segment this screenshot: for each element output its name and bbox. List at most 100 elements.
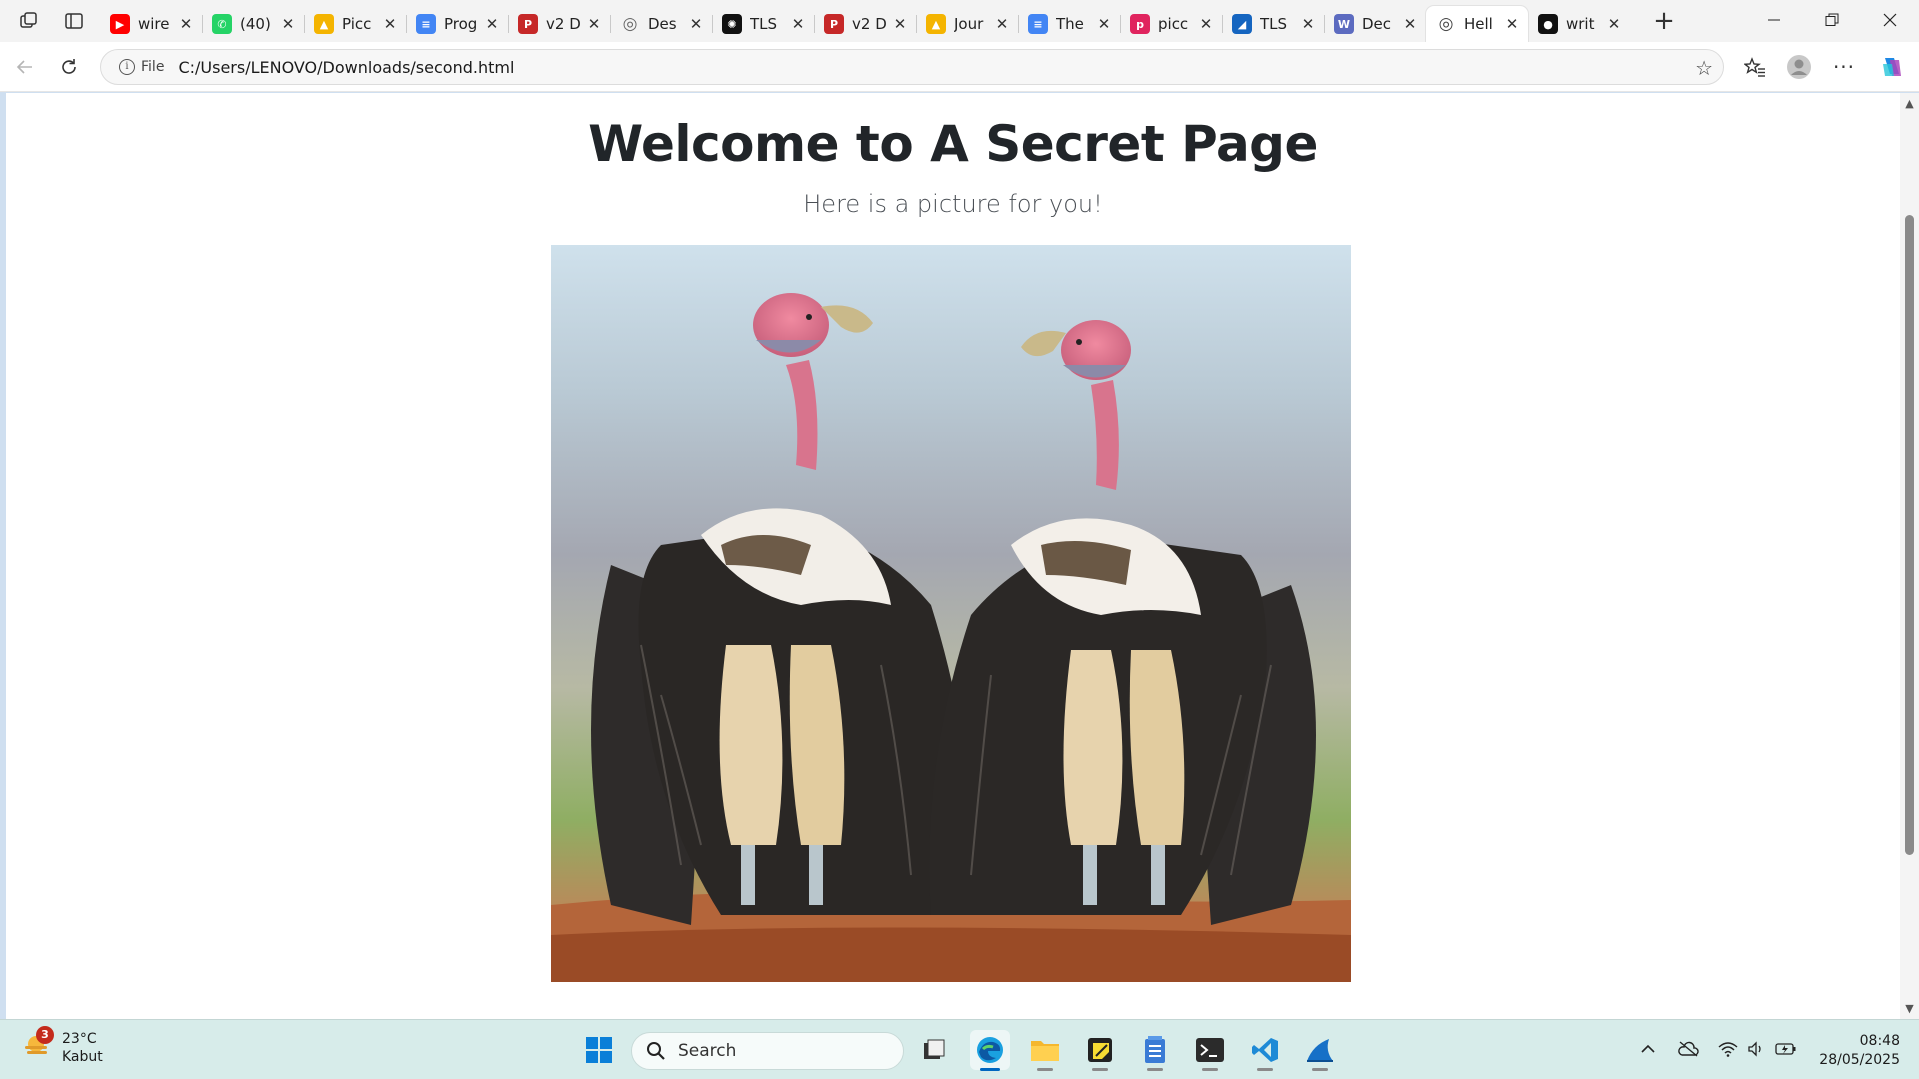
volume-icon[interactable] bbox=[1745, 1038, 1767, 1060]
vertical-scrollbar[interactable]: ▲ ▼ bbox=[1900, 93, 1919, 1019]
favorites-icon[interactable] bbox=[1738, 50, 1772, 84]
tab-7[interactable]: Pv2 D ✕ bbox=[814, 6, 916, 42]
pdf-icon: P bbox=[518, 14, 538, 34]
weather-condition: Kabut bbox=[62, 1049, 103, 1065]
file-explorer-icon[interactable] bbox=[1025, 1030, 1065, 1071]
edge-icon[interactable] bbox=[970, 1030, 1010, 1071]
tab-close-icon[interactable]: ✕ bbox=[586, 15, 602, 33]
tab-title: picc bbox=[1158, 15, 1189, 33]
tab-title: Jour bbox=[954, 15, 984, 33]
battery-charging-icon[interactable] bbox=[1775, 1038, 1797, 1060]
whatsapp-icon: ✆ bbox=[212, 14, 232, 34]
tab-list: ▶ wire ✕ ✆ (40) ✕ ▲ Picc ✕ ≡ Prog ✕ Pv2 D ✕ ◎ Des ✕ ✺ TLS ✕… bbox=[100, 3, 1630, 42]
wifi-icon[interactable] bbox=[1717, 1038, 1739, 1060]
new-tab-button[interactable]: + bbox=[1648, 6, 1680, 38]
refresh-icon[interactable] bbox=[52, 50, 86, 84]
google-docs-icon: ≡ bbox=[416, 14, 436, 34]
tab-9[interactable]: ≡ The ✕ bbox=[1018, 6, 1120, 42]
tab-6[interactable]: ✺ TLS ✕ bbox=[712, 6, 814, 42]
tab-11[interactable]: ◢ TLS ✕ bbox=[1222, 6, 1324, 42]
globe-icon: ◎ bbox=[622, 14, 638, 34]
taskbar: 3 23°C Kabut Search 08:48 28/05/2025 bbox=[0, 1019, 1919, 1079]
tab-title: Dec bbox=[1362, 15, 1392, 33]
url-text[interactable]: C:/Users/LENOVO/Downloads/second.html bbox=[178, 58, 514, 77]
tab-close-icon[interactable]: ✕ bbox=[382, 15, 398, 33]
page-subtitle: Here is a picture for you! bbox=[803, 190, 1103, 218]
youtube-icon: ▶ bbox=[110, 14, 130, 34]
tab-13[interactable]: ◎ Hell ✕ bbox=[1426, 6, 1528, 42]
tab-title: writ bbox=[1566, 15, 1595, 33]
tab-14[interactable]: ● writ ✕ bbox=[1528, 6, 1630, 42]
tab-title: Hell bbox=[1464, 15, 1493, 33]
openai-icon: ✺ bbox=[722, 14, 742, 34]
weather-badge: 3 bbox=[36, 1026, 54, 1044]
favorite-star-icon[interactable]: ☆ bbox=[1695, 56, 1713, 80]
tab-close-icon[interactable]: ✕ bbox=[688, 15, 704, 33]
tab-12[interactable]: W Dec ✕ bbox=[1324, 6, 1426, 42]
copilot-icon[interactable] bbox=[1875, 50, 1909, 84]
tab-3[interactable]: ≡ Prog ✕ bbox=[406, 6, 508, 42]
taskbar-search[interactable]: Search bbox=[631, 1032, 904, 1070]
tab-close-icon[interactable]: ✕ bbox=[1198, 15, 1214, 33]
tab-close-icon[interactable]: ✕ bbox=[178, 15, 194, 33]
back-icon[interactable] bbox=[8, 50, 42, 84]
wireshark-icon[interactable] bbox=[1300, 1030, 1340, 1071]
pdf-icon: P bbox=[824, 14, 844, 34]
terminal-icon[interactable] bbox=[1190, 1030, 1230, 1071]
tab-title: Picc bbox=[342, 15, 372, 33]
more-options-icon[interactable]: ··· bbox=[1827, 50, 1861, 84]
tab-title: wire bbox=[138, 15, 170, 33]
tab-close-icon[interactable]: ✕ bbox=[1504, 15, 1520, 33]
browser-toolbar: i File C:/Users/LENOVO/Downloads/second.… bbox=[0, 42, 1919, 92]
tab-close-icon[interactable]: ✕ bbox=[1096, 15, 1112, 33]
close-window-button[interactable] bbox=[1861, 0, 1919, 40]
notepad-icon[interactable] bbox=[1135, 1030, 1175, 1071]
google-drive-icon: ▲ bbox=[926, 14, 946, 34]
taskbar-clock[interactable]: 08:48 28/05/2025 bbox=[1810, 1032, 1900, 1070]
site-info-button[interactable]: i File bbox=[111, 54, 172, 80]
weather-widget[interactable]: 3 23°C Kabut bbox=[22, 1026, 103, 1066]
tab-0[interactable]: ▶ wire ✕ bbox=[100, 6, 202, 42]
tab-title: The bbox=[1056, 15, 1084, 33]
tab-close-icon[interactable]: ✕ bbox=[892, 15, 908, 33]
tab-5[interactable]: ◎ Des ✕ bbox=[610, 6, 712, 42]
minimize-button[interactable] bbox=[1745, 0, 1803, 40]
scroll-down-arrow-icon[interactable]: ▼ bbox=[1903, 1002, 1916, 1015]
tab-title: TLS bbox=[750, 15, 778, 33]
tab-close-icon[interactable]: ✕ bbox=[1300, 15, 1316, 33]
tab-4[interactable]: Pv2 D ✕ bbox=[508, 6, 610, 42]
tray-chevron-up-icon[interactable] bbox=[1637, 1038, 1659, 1060]
task-view-icon[interactable] bbox=[914, 1030, 954, 1070]
vertical-tabs-icon[interactable] bbox=[57, 4, 91, 38]
google-docs-icon: ≡ bbox=[1028, 14, 1048, 34]
vscode-icon[interactable] bbox=[1245, 1030, 1285, 1071]
picsart-icon: p bbox=[1130, 14, 1150, 34]
tab-1[interactable]: ✆ (40) ✕ bbox=[202, 6, 304, 42]
tab-close-icon[interactable]: ✕ bbox=[994, 15, 1010, 33]
tab-8[interactable]: ▲ Jour ✕ bbox=[916, 6, 1018, 42]
page-viewport: Welcome to A Secret Page Here is a pictu… bbox=[6, 93, 1900, 1019]
tab-close-icon[interactable]: ✕ bbox=[1402, 15, 1418, 33]
tab-close-icon[interactable]: ✕ bbox=[790, 15, 806, 33]
tab-strip: ▶ wire ✕ ✆ (40) ✕ ▲ Picc ✕ ≡ Prog ✕ Pv2 D ✕ ◎ Des ✕ ✺ TLS ✕… bbox=[0, 0, 1919, 42]
tab-close-icon[interactable]: ✕ bbox=[1606, 15, 1622, 33]
address-bar[interactable]: i File C:/Users/LENOVO/Downloads/second.… bbox=[100, 49, 1724, 85]
search-icon bbox=[647, 1042, 665, 1060]
tab-title: Des bbox=[648, 15, 677, 33]
profile-avatar-icon[interactable] bbox=[1782, 50, 1816, 84]
tab-2[interactable]: ▲ Picc ✕ bbox=[304, 6, 406, 42]
onedrive-offline-icon[interactable] bbox=[1677, 1038, 1699, 1060]
tab-close-icon[interactable]: ✕ bbox=[484, 15, 500, 33]
scrollbar-thumb[interactable] bbox=[1905, 215, 1914, 855]
google-drive-icon: ▲ bbox=[314, 14, 334, 34]
page-title: Welcome to A Secret Page bbox=[588, 115, 1318, 173]
workspaces-icon[interactable] bbox=[12, 4, 46, 38]
search-label: Search bbox=[678, 1041, 737, 1061]
tab-10[interactable]: p picc ✕ bbox=[1120, 6, 1222, 42]
tab-close-icon[interactable]: ✕ bbox=[280, 15, 296, 33]
sticky-notes-icon[interactable] bbox=[1080, 1030, 1120, 1071]
scroll-up-arrow-icon[interactable]: ▲ bbox=[1903, 97, 1916, 110]
start-button[interactable] bbox=[579, 1030, 619, 1070]
restore-button[interactable] bbox=[1803, 0, 1861, 40]
tab-title: v2 D bbox=[546, 15, 581, 33]
